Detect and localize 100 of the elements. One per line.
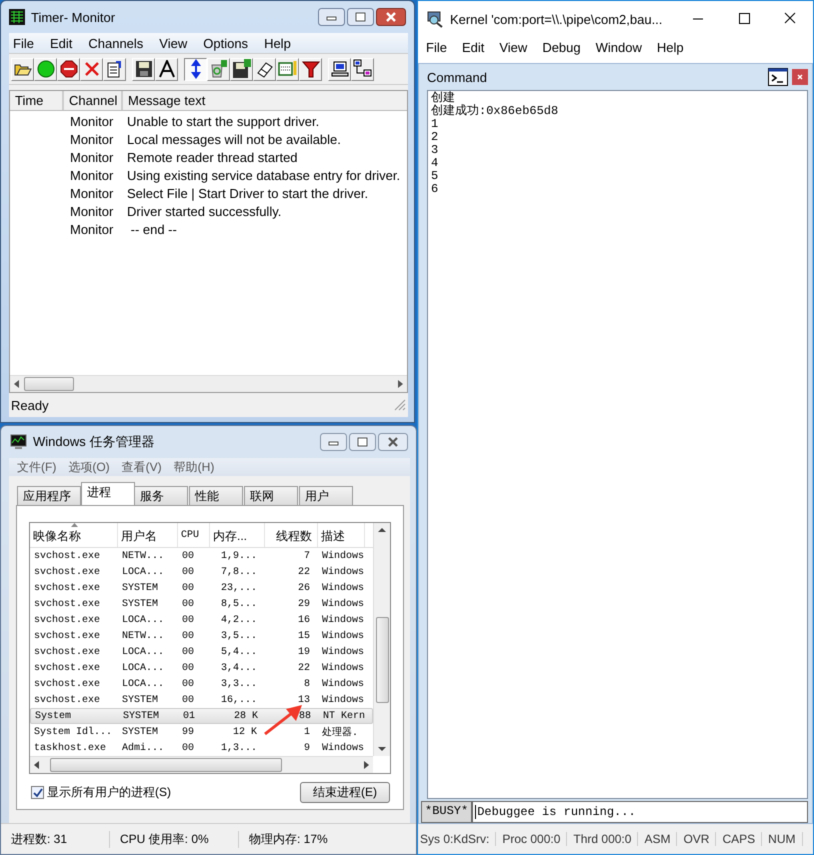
computer-button[interactable] <box>328 58 351 80</box>
menu-item[interactable]: View <box>499 40 528 54</box>
table-cell-text: SYSTEM <box>121 726 160 738</box>
menu-item[interactable]: Edit <box>462 40 484 54</box>
scroll-thumb[interactable] <box>376 617 388 703</box>
table-cell-text: Windows <box>321 694 365 706</box>
output-line: 创建成功:0x86eb65d8 <box>431 105 560 118</box>
tab[interactable]: 用户 <box>299 486 353 505</box>
filter-button[interactable] <box>299 58 322 80</box>
table-cell-text: 1,3... <box>220 742 258 754</box>
table-cell-text: Windows <box>321 582 365 594</box>
minimize-button[interactable] <box>318 8 345 26</box>
delete-button[interactable] <box>80 58 103 80</box>
table-row[interactable]: svchost.exe LOCA... 00 3,3... 8 Windows <box>30 676 373 692</box>
menu-item[interactable]: File <box>426 40 447 54</box>
table-row[interactable]: svchost.exe NETW... 00 3,5... 15 Windows <box>30 628 373 644</box>
maximize-button[interactable] <box>347 8 374 26</box>
column-header[interactable]: 描述 <box>318 523 365 547</box>
vertical-scrollbar[interactable] <box>373 523 390 756</box>
column-header[interactable]: CPU <box>178 523 210 547</box>
table-cell-text: 16,... <box>220 694 258 706</box>
menu-item[interactable]: 文件(F) <box>17 458 56 476</box>
table-row[interactable]: svchost.exe LOCA... 00 5,4... 19 Windows <box>30 644 373 660</box>
column-header[interactable]: Channel <box>64 91 123 110</box>
font-icon <box>158 60 176 78</box>
save-button[interactable] <box>132 58 155 80</box>
network-button[interactable] <box>351 58 374 80</box>
edit-button[interactable] <box>276 58 299 80</box>
menu-item[interactable]: Help <box>656 40 684 54</box>
table-cell-text: 26 <box>296 582 311 594</box>
close-button[interactable] <box>376 8 406 26</box>
table-cell-text: 3,5... <box>220 630 258 642</box>
table-row[interactable]: taskhost.exe Admi... 00 1,3... 9 Windows <box>30 740 373 756</box>
stop-button[interactable] <box>57 58 80 80</box>
tab[interactable]: 应用程序 <box>17 486 81 505</box>
console-icon[interactable] <box>768 68 788 86</box>
scroll-thumb[interactable] <box>24 377 74 391</box>
eraser-icon <box>256 60 274 78</box>
table-row[interactable]: System Idl... SYSTEM 99 12 K 1 处理器. <box>30 724 373 740</box>
tab[interactable]: 联网 <box>244 486 298 505</box>
status-field: CPU 使用率: 0% <box>110 830 239 848</box>
table-row[interactable]: svchost.exe SYSTEM 00 23,... 26 Windows <box>30 580 373 596</box>
menu-item[interactable]: Debug <box>542 40 581 54</box>
table-row[interactable]: svchost.exe LOCA... 00 7,8... 22 Windows <box>30 564 373 580</box>
menu-item[interactable]: File <box>13 36 34 50</box>
column-header[interactable]: Time <box>10 91 64 110</box>
autoscroll-button[interactable] <box>184 58 207 80</box>
table-cell-text: 15 <box>296 630 311 642</box>
font-button[interactable] <box>155 58 178 80</box>
tab[interactable]: 进程 <box>81 482 135 505</box>
end-process-button[interactable]: 结束进程(E) <box>300 782 390 803</box>
table-row[interactable]: svchost.exe LOCA... 00 4,2... 16 Windows <box>30 612 373 628</box>
menu-item[interactable]: Edit <box>50 36 72 50</box>
table-cell-text: Windows <box>321 742 365 754</box>
menu-item[interactable]: 选项(O) <box>68 458 110 476</box>
menu-item[interactable]: 查看(V) <box>122 458 162 476</box>
menu-item[interactable]: Channels <box>88 36 144 50</box>
horizontal-scrollbar[interactable] <box>10 375 407 392</box>
column-header[interactable]: 线程数 <box>265 523 318 547</box>
message-cell: Using existing service database entry for driver. <box>127 168 400 182</box>
recycle-button[interactable] <box>207 58 230 80</box>
close-button[interactable] <box>378 433 408 451</box>
menu-item[interactable]: 帮助(H) <box>174 458 214 476</box>
table-row[interactable]: svchost.exe SYSTEM 00 8,5... 29 Windows <box>30 596 373 612</box>
eraser-button[interactable] <box>253 58 276 80</box>
column-header[interactable]: Message text <box>123 91 407 110</box>
properties-button[interactable] <box>103 58 126 80</box>
table-cell-text: svchost.exe <box>33 614 102 626</box>
output-line: 3 <box>431 144 440 157</box>
minimize-button[interactable] <box>320 433 347 451</box>
output-line: 5 <box>431 170 440 183</box>
menu-item[interactable]: Help <box>264 36 291 50</box>
table-cell-text: 22 <box>296 566 311 578</box>
save-new-button[interactable] <box>230 58 253 80</box>
table-cell-text: svchost.exe <box>33 662 102 674</box>
menu-item[interactable]: View <box>159 36 188 50</box>
table-row[interactable]: svchost.exe LOCA... 00 3,4... 22 Windows <box>30 660 373 676</box>
horizontal-scrollbar[interactable] <box>30 756 373 773</box>
status-field: 物理内存: 17% <box>239 830 328 848</box>
pane-title: Command <box>427 70 488 84</box>
table-row[interactable]: svchost.exe NETW... 00 1,9... 7 Windows <box>30 548 373 564</box>
menu-item[interactable]: Options <box>203 36 248 50</box>
table-cell-text: 1 <box>302 726 311 738</box>
maximize-button[interactable] <box>349 433 376 451</box>
magnifier-computer-icon <box>426 10 444 28</box>
column-header[interactable]: 映像名称 <box>30 523 118 547</box>
tab[interactable]: 性能 <box>189 486 243 505</box>
channel-cell-text: Monitor <box>70 132 114 146</box>
table-row[interactable]: svchost.exe SYSTEM 00 16,... 13 Windows <box>30 692 373 708</box>
resize-grip-icon[interactable] <box>394 399 406 411</box>
go-button[interactable] <box>34 58 57 80</box>
column-header[interactable]: 用户名 <box>118 523 178 547</box>
show-all-users-checkbox[interactable]: 显示所有用户的进程(S) <box>31 784 171 801</box>
scroll-thumb[interactable] <box>50 758 282 772</box>
tab[interactable]: 服务 <box>134 486 188 505</box>
selected-row[interactable]: System SYSTEM 01 28 K 88 NT Kern <box>30 708 373 724</box>
table-cell-text: svchost.exe <box>33 598 102 610</box>
column-header[interactable]: 内存... <box>210 523 265 547</box>
menu-item[interactable]: Window <box>596 40 642 54</box>
open-button[interactable] <box>11 58 34 80</box>
